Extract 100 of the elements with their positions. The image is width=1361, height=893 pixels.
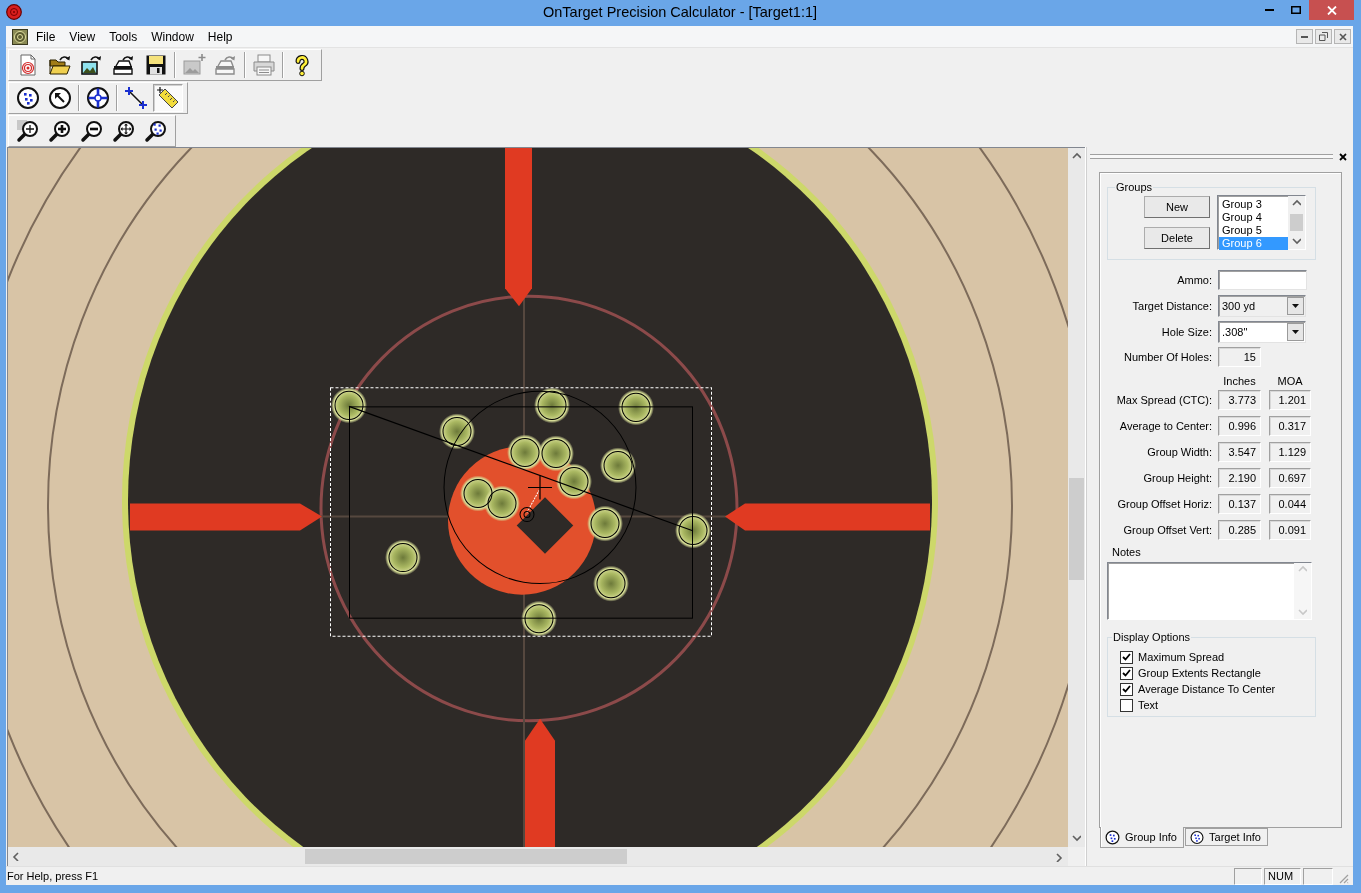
group-box-title: Display Options <box>1112 631 1192 643</box>
tab[interactable]: Group Info <box>1100 827 1184 848</box>
arrow-circle-icon <box>48 85 72 110</box>
menu-item[interactable]: Help <box>200 26 240 47</box>
crosshair-icon <box>86 85 110 110</box>
scrollbar-thumb[interactable] <box>1069 478 1084 580</box>
chevron-right-icon <box>1055 853 1064 862</box>
target-app-icon <box>6 4 22 20</box>
checkbox-label: Maximum Spread <box>1138 651 1225 663</box>
checkbox[interactable] <box>1120 698 1133 712</box>
field-label: Number Of Holes: <box>1122 351 1212 363</box>
close-panel-button[interactable] <box>1339 152 1349 163</box>
hole-marker <box>559 466 589 496</box>
scrollbar-thumb[interactable] <box>305 849 627 864</box>
checkbox-label: Group Extents Rectangle <box>1138 667 1261 679</box>
field-label: Group Width: <box>1146 446 1212 458</box>
menu-item[interactable]: View <box>62 26 103 47</box>
dropdown-field[interactable]: 300 yd <box>1218 295 1306 317</box>
vertical-scrollbar[interactable] <box>1068 148 1085 847</box>
column-header: MOA <box>1276 375 1304 388</box>
list-item[interactable]: Group 4 <box>1219 211 1288 224</box>
menu-item[interactable]: Tools <box>102 26 145 47</box>
child-restore-button[interactable] <box>1315 29 1332 44</box>
zoom-fit-icon <box>112 118 136 143</box>
field-label: Ammo: <box>1176 274 1212 286</box>
status-pane <box>1303 867 1333 885</box>
chevron-down-icon <box>1072 834 1081 843</box>
close-icon <box>1326 5 1337 15</box>
minimize-icon <box>1301 35 1308 38</box>
readout-field: 3.773 <box>1218 390 1261 410</box>
field-label: Notes <box>1112 546 1141 558</box>
readout-field: 1.129 <box>1269 442 1311 462</box>
printer-icon <box>252 52 276 77</box>
readout-field: 0.137 <box>1218 494 1261 514</box>
group-center-crosshair <box>527 474 553 501</box>
chevron-up-icon <box>1298 565 1307 574</box>
checkbox-label: Average Distance To Center <box>1138 683 1276 695</box>
field-label: Target Distance: <box>1131 300 1212 312</box>
close-button[interactable] <box>1309 0 1354 20</box>
input-field[interactable] <box>1218 270 1307 290</box>
push-button[interactable]: New <box>1144 196 1210 218</box>
hole-marker <box>463 478 493 508</box>
column-header: Inches <box>1222 375 1257 388</box>
readout-field: 0.317 <box>1269 416 1311 436</box>
readout-field: 1.201 <box>1269 390 1311 410</box>
group-list[interactable]: Group 3 Group 4 Group 5 Group 6 <box>1217 195 1306 250</box>
hole-marker <box>524 604 554 634</box>
hole-marker <box>678 516 708 546</box>
notes-field[interactable] <box>1107 562 1312 620</box>
dotted-circle-icon <box>16 85 40 110</box>
dropdown-field[interactable]: .308" <box>1218 321 1306 343</box>
zoom-in-icon <box>48 118 72 143</box>
status-pane <box>1234 867 1262 885</box>
chevron-down-icon <box>1292 237 1301 246</box>
add-image-icon <box>182 52 206 77</box>
zoom-out-icon <box>80 118 104 143</box>
field-label: Group Offset Horiz: <box>1116 498 1212 510</box>
checkbox[interactable] <box>1120 666 1133 680</box>
chevron-up-icon <box>1072 152 1081 161</box>
hole-marker <box>603 450 633 480</box>
readout-field: 15 <box>1218 347 1261 367</box>
list-item[interactable]: Group 3 <box>1219 198 1288 211</box>
maximize-icon <box>1291 6 1301 14</box>
hole-marker <box>596 569 626 599</box>
child-close-button[interactable] <box>1334 29 1351 44</box>
checkbox[interactable] <box>1120 650 1133 664</box>
menu-item[interactable]: Window <box>144 26 201 47</box>
menu-item[interactable]: File <box>29 26 63 47</box>
checkbox-label: Text <box>1138 699 1159 711</box>
push-button[interactable]: Delete <box>1144 227 1210 249</box>
chevron-left-icon <box>12 852 21 861</box>
child-minimize-button[interactable] <box>1296 29 1313 44</box>
chevron-up-icon <box>1292 199 1301 208</box>
readout-field: 0.091 <box>1269 520 1311 540</box>
hole-marker <box>334 390 364 420</box>
scrollbar-thumb[interactable] <box>1290 214 1303 231</box>
hole-marker <box>442 416 472 446</box>
readout-field: 3.547 <box>1218 442 1261 462</box>
hole-marker <box>487 489 517 519</box>
toolbar-button[interactable] <box>153 83 183 112</box>
hole-marker <box>510 437 540 467</box>
readout-field: 0.996 <box>1218 416 1261 436</box>
status-text: For Help, press F1 <box>6 870 99 882</box>
hole-marker <box>541 438 571 468</box>
close-icon <box>1338 32 1347 41</box>
field-label: Hole Size: <box>1160 326 1212 338</box>
dotted-circle-icon <box>1190 829 1204 845</box>
hole-marker <box>537 390 567 420</box>
restore-icon <box>1319 32 1328 41</box>
resize-grip-icon <box>1337 872 1349 884</box>
panel-gripper[interactable] <box>1090 154 1333 159</box>
checkbox[interactable] <box>1120 682 1133 696</box>
offset-line <box>526 490 540 513</box>
tab[interactable]: Target Info <box>1185 828 1268 846</box>
aim-point-marker <box>519 507 535 523</box>
window-title: OnTarget Precision Calculator - [Target1:1] <box>543 3 817 22</box>
horizontal-scrollbar[interactable] <box>8 847 1068 866</box>
vertical-scrollbar[interactable] <box>1288 196 1305 249</box>
list-item[interactable]: Group 5 <box>1219 224 1288 237</box>
chevron-down-icon <box>1298 608 1307 617</box>
